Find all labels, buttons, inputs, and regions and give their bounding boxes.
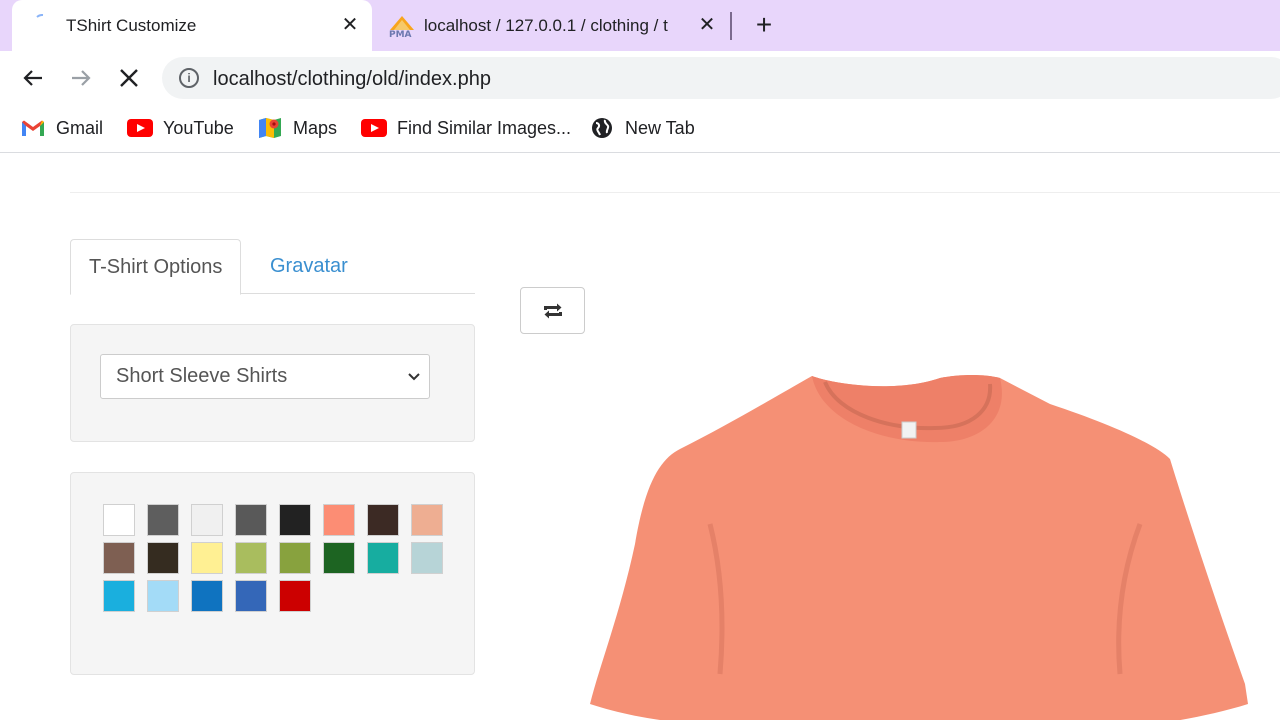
options-tabs: T-Shirt Options Gravatar [70,239,475,295]
bookmark-gmail[interactable]: Gmail [20,115,103,141]
color-panel [70,472,475,675]
globe-icon [589,118,615,138]
color-swatch[interactable] [235,504,267,536]
chevron-down-icon [408,373,420,381]
browser-toolbar: i localhost/clothing/old/index.php [0,51,1280,105]
bookmark-find-similar-images[interactable]: Find Similar Images... [361,115,571,141]
info-icon[interactable]: i [179,68,199,88]
color-swatch[interactable] [103,504,135,536]
color-swatch[interactable] [235,580,267,612]
tab-separator [730,12,732,40]
new-tab-button[interactable]: + [750,11,778,40]
forward-button[interactable] [66,63,96,93]
tshirt-preview [590,375,1248,720]
phpmyadmin-icon: PMA [389,16,414,38]
browser-tab-strip: TShirt Customize ✕ PMA localhost / 127.0… [0,0,1280,51]
color-swatch[interactable] [103,580,135,612]
color-swatch[interactable] [191,504,223,536]
flip-view-button[interactable] [520,287,585,334]
page-content: T-Shirt Options Gravatar Short Sleeve Sh… [0,154,1280,720]
color-swatch[interactable] [147,542,179,574]
header-divider [70,192,1280,193]
color-swatch[interactable] [367,542,399,574]
shirt-type-panel: Short Sleeve Shirts [70,324,475,442]
bookmark-label: Maps [293,117,338,138]
arrow-right-icon [72,70,91,86]
shirt-type-select[interactable]: Short Sleeve Shirts [100,354,430,399]
bookmark-maps[interactable]: Maps [257,115,337,141]
bookmark-youtube[interactable]: YouTube [127,115,234,141]
back-button[interactable] [18,63,48,93]
color-swatch[interactable] [191,542,223,574]
retweet-icon [543,303,562,318]
color-swatch[interactable] [279,542,311,574]
color-swatch[interactable] [411,542,443,574]
color-swatch[interactable] [323,504,355,536]
maps-icon [257,118,283,138]
color-swatch[interactable] [367,504,399,536]
tab-title: TShirt Customize [66,16,197,35]
arrow-left-icon [23,70,42,86]
color-swatch[interactable] [147,504,179,536]
tab-title: localhost / 127.0.0.1 / clothing / t [424,16,668,35]
youtube-icon [127,118,153,138]
bookmark-label: Gmail [56,117,104,138]
shirt-type-value: Short Sleeve Shirts [116,365,288,387]
color-swatch[interactable] [279,504,311,536]
color-swatch[interactable] [279,580,311,612]
color-swatch[interactable] [323,542,355,574]
bookmark-new-tab[interactable]: New Tab [589,115,695,141]
color-swatch[interactable] [103,542,135,574]
tab-gravatar[interactable]: Gravatar [252,239,366,294]
color-swatch[interactable] [411,504,443,536]
close-icon [120,69,138,87]
color-swatch[interactable] [235,542,267,574]
tab-tshirt-options[interactable]: T-Shirt Options [70,239,242,295]
close-tab-icon[interactable]: ✕ [340,15,360,35]
browser-tab-tshirt-customize[interactable]: TShirt Customize ✕ [12,0,372,51]
bookmarks-bar: Gmail YouTube Maps Find Similar Images..… [0,105,1280,153]
bookmark-label: Find Similar Images... [397,117,572,138]
youtube-icon [361,118,387,138]
close-tab-icon[interactable]: ✕ [697,15,717,35]
address-bar[interactable]: i localhost/clothing/old/index.php [162,57,1280,99]
svg-text:PMA: PMA [389,30,412,38]
gmail-icon [20,118,46,138]
url-text[interactable]: localhost/clothing/old/index.php [213,68,491,91]
color-swatch[interactable] [191,580,223,612]
color-swatch[interactable] [147,580,179,612]
bookmark-label: YouTube [163,117,234,138]
bookmark-label: New Tab [625,117,695,138]
stop-loading-button[interactable] [114,63,144,93]
loading-icon [36,14,44,18]
browser-tab-phpmyadmin[interactable]: PMA localhost / 127.0.0.1 / clothing / t… [380,0,725,51]
